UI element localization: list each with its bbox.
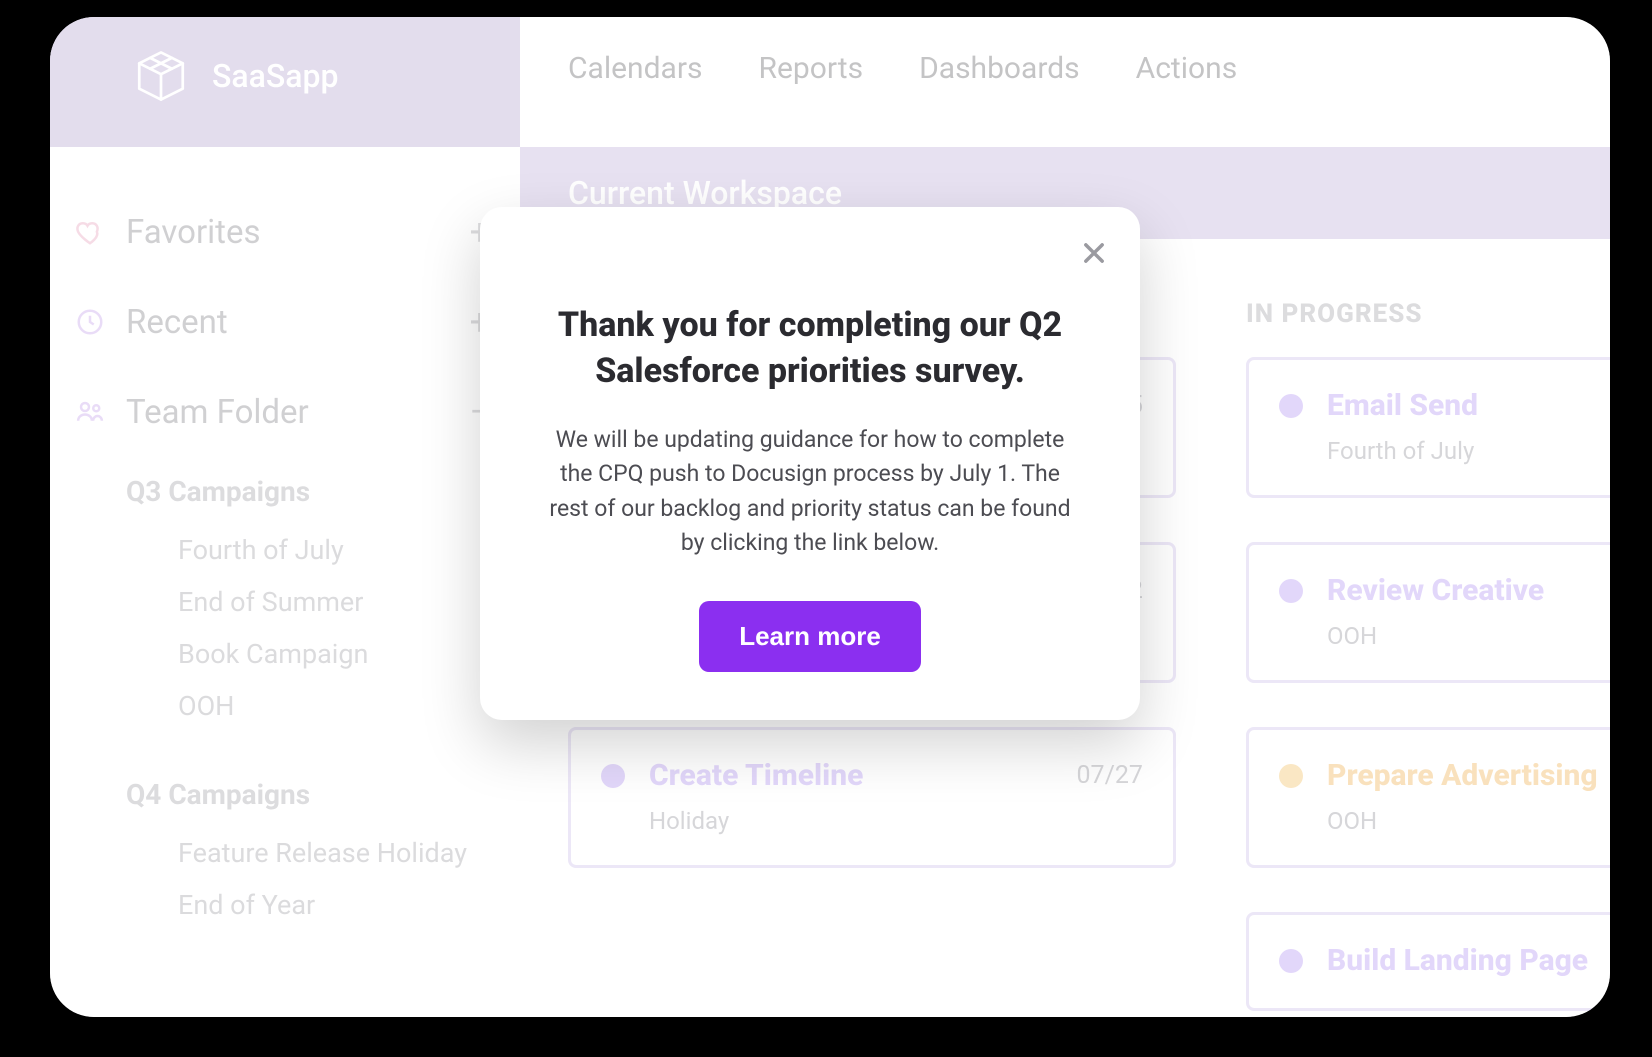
modal-title: Thank you for completing our Q2 Salesfor… (532, 303, 1088, 395)
card-title: Build Landing Page (1327, 943, 1588, 978)
sidebar-subitem[interactable]: Fourth of July (72, 524, 498, 576)
brand-block: SaaSapp (50, 17, 520, 147)
sidebar-recent[interactable]: Recent + (72, 289, 498, 355)
status-dot-icon (1279, 764, 1303, 788)
sidebar-group-heading[interactable]: Q3 Campaigns (72, 445, 498, 524)
sidebar-group-heading[interactable]: Q4 Campaigns (72, 732, 498, 827)
status-dot-icon (1279, 394, 1303, 418)
board-card[interactable]: Prepare Advertising OOH (1246, 727, 1610, 868)
brand-cube-icon (132, 47, 190, 109)
sidebar-subitem[interactable]: Feature Release Holiday (72, 827, 498, 879)
sidebar-subitem[interactable]: OOH (72, 680, 498, 732)
card-date: 07/27 (1076, 761, 1143, 790)
sidebar-team-folder[interactable]: Team Folder − (72, 379, 498, 445)
card-subtitle: OOH (1327, 807, 1610, 835)
top-nav: Calendars Reports Dashboards Actions (520, 17, 1610, 147)
nav-actions[interactable]: Actions (1136, 51, 1238, 86)
status-dot-icon (1279, 579, 1303, 603)
heart-icon (72, 217, 108, 247)
sidebar-item-label: Team Folder (126, 393, 309, 432)
clock-icon (72, 307, 108, 337)
card-subtitle: Fourth of July (1327, 437, 1610, 465)
brand-name: SaaSapp (212, 57, 338, 95)
card-title: Email Send (1327, 388, 1478, 423)
topbar: SaaSapp Calendars Reports Dashboards Act… (50, 17, 1610, 147)
board-card[interactable]: Build Landing Page (1246, 912, 1610, 1011)
board-card[interactable]: Review Creative OOH (1246, 542, 1610, 683)
sidebar-item-label: Favorites (126, 213, 261, 252)
nav-calendars[interactable]: Calendars (568, 51, 703, 86)
sidebar-item-label: Recent (126, 303, 228, 342)
sidebar-favorites[interactable]: Favorites + (72, 199, 498, 265)
board-column-in-progress: IN PROGRESS Email Send Fourth of July Re… (1246, 299, 1610, 1017)
card-title: Create Timeline (649, 758, 863, 793)
column-title: IN PROGRESS (1246, 299, 1610, 329)
sidebar-subitem[interactable]: Book Campaign (72, 628, 498, 680)
board-card[interactable]: Create Timeline 07/27 Holiday (568, 727, 1176, 868)
nav-dashboards[interactable]: Dashboards (919, 51, 1080, 86)
board-card[interactable]: Email Send Fourth of July (1246, 357, 1610, 498)
card-subtitle: Holiday (649, 807, 1143, 835)
people-icon (72, 397, 108, 427)
card-title: Review Creative (1327, 573, 1544, 608)
learn-more-button[interactable]: Learn more (699, 601, 921, 672)
sidebar-subitem[interactable]: End of Summer (72, 576, 498, 628)
status-dot-icon (601, 764, 625, 788)
nav-reports[interactable]: Reports (759, 51, 864, 86)
modal-body: We will be updating guidance for how to … (532, 423, 1088, 561)
card-subtitle: OOH (1327, 622, 1610, 650)
card-title: Prepare Advertising (1327, 758, 1598, 793)
survey-thankyou-modal: Thank you for completing our Q2 Salesfor… (480, 207, 1140, 720)
sidebar: Favorites + Recent + Team Folder − Q3 Ca… (50, 147, 520, 1017)
app-window: SaaSapp Calendars Reports Dashboards Act… (50, 17, 1610, 1017)
status-dot-icon (1279, 949, 1303, 973)
close-icon[interactable] (1074, 233, 1114, 273)
sidebar-subitem[interactable]: End of Year (72, 879, 498, 931)
